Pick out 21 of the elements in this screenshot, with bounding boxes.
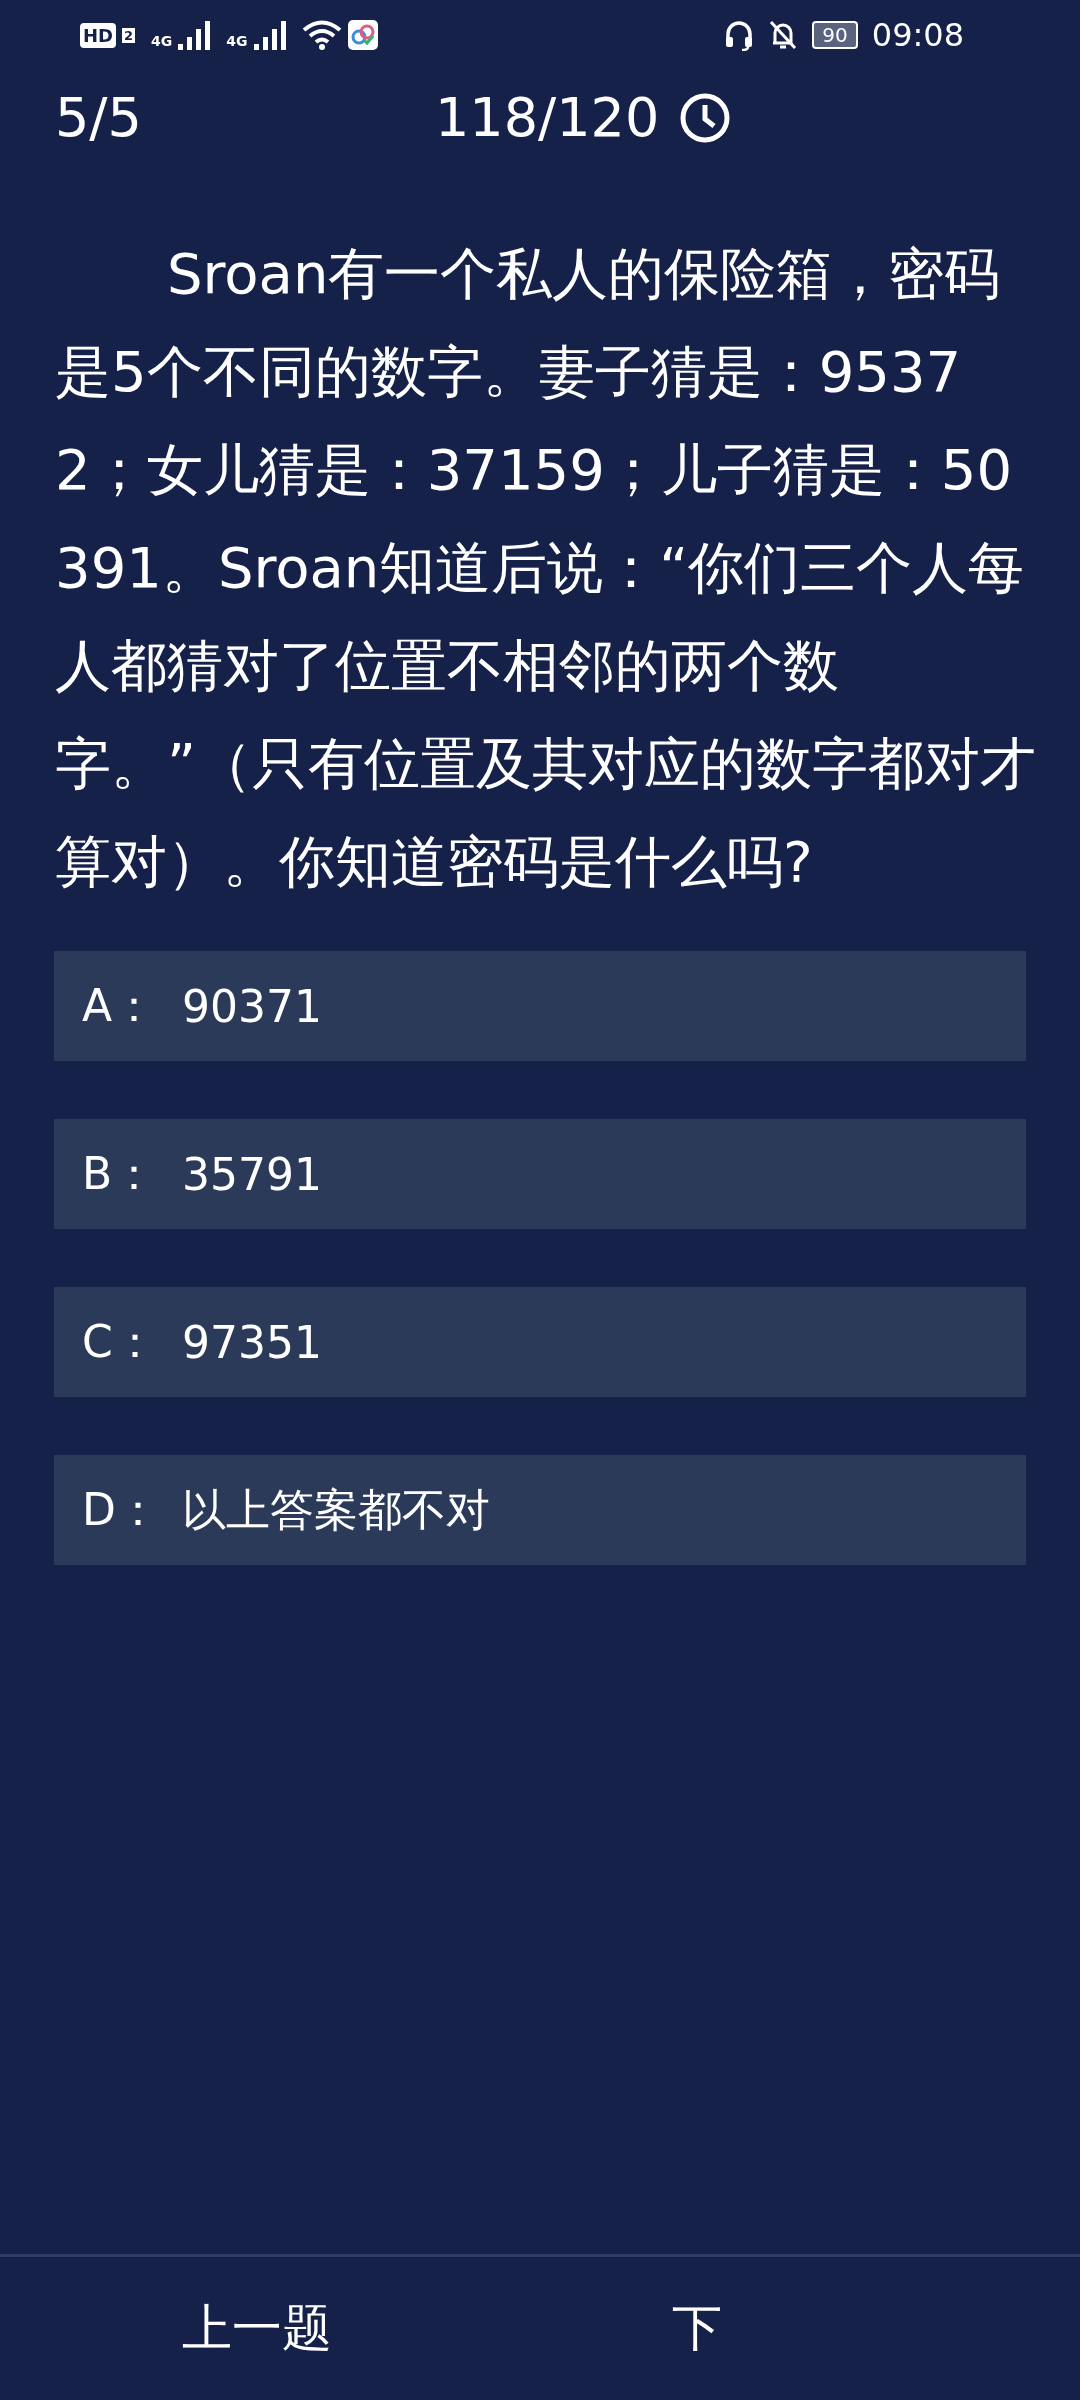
previous-question-button[interactable]: 上一题 xyxy=(182,2285,332,2372)
answer-option[interactable]: C： 97351 xyxy=(54,1287,1026,1397)
signal-icon xyxy=(178,20,213,50)
network-type: 4G xyxy=(151,33,173,49)
clock-icon xyxy=(679,91,732,144)
question-text: Sroan有一个私人的保险箱，密码是5个不同的数字。妻子猜是：95372；女儿猜是：37159；儿子猜是：50391。Sroan知道后说：“你们三个人每人都猜对了位置不相邻的两个数字。”（只有位置及其对应的数字都对才算对）。你知道密码是什么吗? xyxy=(54,240,1037,896)
timer-count: 118/120 xyxy=(435,86,660,149)
muted-bell-icon xyxy=(768,19,799,51)
wifi-icon xyxy=(301,19,342,51)
answer-option[interactable]: B： 35791 xyxy=(54,1119,1026,1229)
answer-option[interactable]: A： 90371 xyxy=(54,951,1026,1061)
hd-badge: HD xyxy=(80,22,116,48)
signal-icon xyxy=(253,20,288,50)
app-icon xyxy=(347,20,378,50)
headset-icon xyxy=(724,19,755,51)
battery-indicator: 90 xyxy=(812,21,858,49)
clock-time: 09:08 xyxy=(871,16,964,54)
sim-number: 2 xyxy=(122,27,136,43)
next-question-button[interactable]: 下 xyxy=(672,2285,722,2372)
network-type: 4G xyxy=(226,33,248,49)
answer-option[interactable]: D： 以上答案都不对 xyxy=(54,1455,1026,1565)
